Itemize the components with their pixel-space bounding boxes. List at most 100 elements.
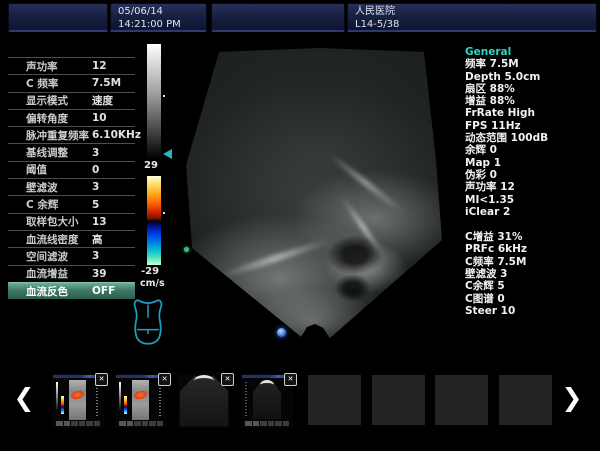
parameter-label: 阈值	[26, 162, 47, 177]
parameter-row[interactable]: C 余辉 5	[8, 195, 135, 212]
setting-line: 余辉 0	[465, 144, 597, 156]
setting-line: 频率 7.5M	[465, 58, 597, 70]
body-marker-icon[interactable]	[126, 297, 170, 347]
parameter-row[interactable]: 血流线密度 高	[8, 230, 135, 247]
parameter-label: C 余辉	[26, 197, 58, 212]
focus-marker	[184, 247, 189, 252]
setting-line: Steer 10	[465, 305, 597, 317]
thumbnail-empty-slot	[308, 375, 361, 425]
thumbnail-doppler-1[interactable]: ✕	[52, 374, 104, 428]
date-text: 05/06/14	[118, 5, 199, 18]
ultrasound-screen: 05/06/14 14:21:00 PM 人民医院 L14-5/38 声功率 1…	[0, 0, 600, 451]
parameter-label: 血流增益	[26, 266, 68, 281]
parameter-label: 取样包大小	[26, 214, 79, 229]
parameter-row[interactable]: 血流反色 OFF	[8, 282, 135, 299]
parameter-value: 高	[92, 232, 103, 247]
thumbnails-next-button[interactable]: ❯	[559, 382, 585, 414]
parameter-row[interactable]: 声功率 12	[8, 57, 135, 74]
thumbnail-doppler-2[interactable]: ✕	[115, 374, 167, 428]
parameter-value: 10	[92, 112, 107, 124]
thumb-text-specks	[159, 382, 161, 416]
echo-streak	[218, 237, 332, 280]
parameter-label: 基线调整	[26, 145, 68, 160]
hospital-name: 人民医院	[355, 5, 589, 18]
parameter-row[interactable]: 基线调整 3	[8, 143, 135, 160]
parameter-value: 3	[92, 181, 99, 193]
parameter-row[interactable]: 显示模式 速度	[8, 92, 135, 109]
parameter-row[interactable]: 血流增益 39	[8, 265, 135, 282]
echo-streak	[339, 194, 388, 261]
time-text: 14:21:00 PM	[118, 18, 199, 31]
thumb-linear-image	[132, 380, 149, 420]
setting-line: C增益 31%	[465, 231, 597, 243]
ultrasound-image	[185, 45, 447, 345]
thumb-mini-strip	[119, 421, 163, 426]
parameter-label: 脉冲重复频率	[26, 128, 89, 143]
thumb-probe-arc	[194, 375, 214, 387]
thumb-grayscale-bar	[56, 382, 58, 410]
velocity-unit: cm/s	[140, 278, 165, 289]
echo-streak	[325, 150, 407, 216]
parameter-value: 速度	[92, 93, 113, 108]
parameter-row[interactable]: 阈值 0	[8, 161, 135, 178]
parameter-value: 39	[92, 268, 107, 280]
thumbnail-empty-slot	[372, 375, 425, 425]
color-mode-settings: C增益 31% PRFc 6kHz C频率 7.5M 壁滤波 3 C余辉 5 C…	[465, 231, 597, 317]
probe-model: L14-5/38	[355, 18, 589, 31]
parameter-value: 5	[92, 199, 99, 211]
thumb-linear-image	[69, 380, 86, 420]
color-velocity-bar	[147, 176, 161, 265]
thumbnail-empty-slot	[499, 375, 552, 425]
setting-line: FPS 11Hz	[465, 120, 597, 132]
setting-line: C余辉 5	[465, 280, 597, 292]
parameter-label: C 频率	[26, 76, 58, 91]
parameter-value: OFF	[92, 285, 115, 297]
close-icon[interactable]: ✕	[158, 373, 171, 386]
preset-title: General	[465, 46, 597, 58]
thumbnail-empty-slot	[435, 375, 488, 425]
thumbnails-prev-button[interactable]: ❮	[11, 382, 37, 414]
parameter-row[interactable]: 偏转角度 10	[8, 109, 135, 126]
scale-tick	[163, 95, 165, 97]
parameter-label: 壁滤波	[26, 180, 58, 195]
thumb-probe-arc	[260, 380, 274, 390]
parameter-value: 6.10KHz	[92, 129, 141, 141]
parameter-value: 3	[92, 250, 99, 262]
setting-line: 壁滤波 3	[465, 268, 597, 280]
parameter-label: 声功率	[26, 59, 58, 74]
parameter-value: 0	[92, 164, 99, 176]
setting-line: C频率 7.5M	[465, 256, 597, 268]
parameter-row[interactable]: 壁滤波 3	[8, 178, 135, 195]
exam-info-box	[211, 3, 345, 32]
thumb-color-bar	[61, 396, 64, 414]
parameter-row[interactable]: 空间滤波 3	[8, 247, 135, 264]
datetime-box: 05/06/14 14:21:00 PM	[110, 3, 207, 32]
parameter-row[interactable]: C 频率 7.5M	[8, 74, 135, 91]
parameter-label: 空间滤波	[26, 249, 68, 264]
hospital-box: 人民医院 L14-5/38	[347, 3, 597, 32]
close-icon[interactable]: ✕	[221, 373, 234, 386]
probe-orientation-marker	[277, 328, 286, 337]
parameter-row[interactable]: 取样包大小 13	[8, 213, 135, 230]
scale-tick	[163, 212, 165, 214]
parameter-value: 7.5M	[92, 77, 121, 89]
setting-line: C图谱 0	[465, 293, 597, 305]
setting-line: MI<1.35	[465, 194, 597, 206]
setting-line: 伪彩 0	[465, 169, 597, 181]
setting-line: 声功率 12	[465, 181, 597, 193]
parameter-value: 3	[92, 147, 99, 159]
thumbnail-sector-2[interactable]: ✕	[241, 374, 293, 428]
close-icon[interactable]: ✕	[95, 373, 108, 386]
close-icon[interactable]: ✕	[284, 373, 297, 386]
setting-line: Depth 5.0cm	[465, 71, 597, 83]
thumb-text-specks	[96, 382, 98, 416]
b-mode-settings: 频率 7.5M Depth 5.0cm 扇区 88% 增益 88% FrRate…	[465, 58, 597, 218]
parameter-label: 显示模式	[26, 93, 68, 108]
parameter-label: 血流线密度	[26, 232, 79, 247]
parameter-value: 13	[92, 216, 107, 228]
parameter-row[interactable]: 脉冲重复频率 6.10KHz	[8, 126, 135, 143]
imaging-settings-panel: General 频率 7.5M Depth 5.0cm 扇区 88% 增益 88…	[465, 46, 597, 317]
setting-line: 增益 88%	[465, 95, 597, 107]
thumbnail-sector-1[interactable]: ✕	[178, 374, 230, 428]
thumb-grayscale-bar	[119, 382, 121, 410]
